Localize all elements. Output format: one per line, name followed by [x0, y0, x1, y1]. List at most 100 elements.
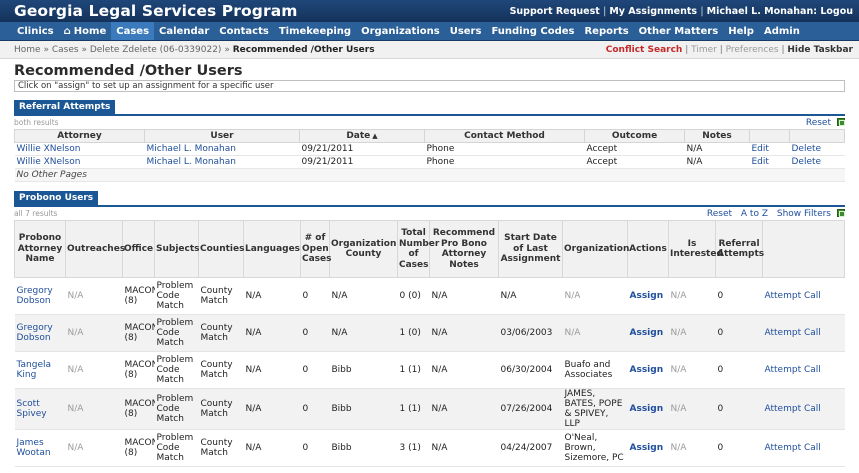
edit-link[interactable]: Edit [749, 155, 790, 169]
column-header[interactable]: Probono Attorney Name [14, 220, 66, 278]
nav-home[interactable]: ⌂ Home [59, 22, 112, 40]
languages-cell: N/A [243, 429, 301, 467]
nav-label: Funding Codes [491, 25, 575, 37]
hide-taskbar-link[interactable]: Hide Taskbar [787, 45, 853, 55]
outcome-cell: Accept [584, 142, 685, 156]
main-nav: Clinics ⌂ Home Cases Calendar Contacts Ti… [0, 22, 859, 41]
office-cell: MACON (8) [122, 277, 155, 315]
column-header[interactable]: Outreaches [65, 220, 125, 278]
nav-contacts[interactable]: Contacts [214, 22, 274, 40]
referral-reset-link[interactable]: Reset [806, 118, 831, 128]
attorney-link[interactable]: Willie XNelson [14, 155, 145, 169]
column-header[interactable]: Date ▲ [299, 129, 425, 143]
column-header[interactable]: User [144, 129, 300, 143]
assign-link[interactable]: Assign [627, 351, 669, 389]
column-header[interactable]: Start Date of Last Assignment [498, 220, 563, 278]
attempt-call-link[interactable]: Attempt Call [762, 388, 845, 430]
assign-link[interactable]: Assign [627, 277, 669, 315]
user-logout-link[interactable]: Michael L. Monahan: Logou [707, 6, 853, 17]
column-header[interactable]: Outcome [584, 129, 685, 143]
referral-attempts-tab[interactable]: Referral Attempts [14, 100, 116, 114]
support-request-link[interactable]: Support Request [510, 6, 600, 17]
breadcrumb-current: Recommended /Other Users [232, 44, 375, 55]
attorney-name-link[interactable]: Gregory Dobson [14, 314, 66, 352]
nav-users[interactable]: Users [445, 22, 487, 40]
probono-reset-link[interactable]: Reset [707, 209, 732, 219]
breadcrumb-home[interactable]: Home [14, 45, 41, 55]
organization-county-cell: Bibb [329, 388, 398, 430]
breadcrumb-separator: » [81, 44, 87, 55]
column-header[interactable]: Subjects [154, 220, 200, 278]
counties-cell: County Match [198, 314, 244, 352]
nav-cases[interactable]: Cases [111, 22, 155, 40]
table-row: Willie XNelson Michael L. Monahan 09/21/… [14, 142, 845, 156]
column-header[interactable]: # of Open Cases [300, 220, 332, 278]
column-header[interactable]: Organization [562, 220, 629, 278]
attorney-name-link[interactable]: Scott Spivey [14, 388, 66, 430]
nav-help[interactable]: Help [723, 22, 759, 40]
table-header-row: Attorney User Date ▲ Contact Method Outco… [14, 129, 845, 143]
probono-users-tab[interactable]: Probono Users [14, 191, 99, 205]
nav-clinics[interactable]: Clinics [12, 22, 59, 40]
column-header[interactable]: Total Number of Cases [397, 220, 439, 278]
attorney-notes-cell: N/A [429, 314, 499, 352]
office-cell: MACON (8) [122, 388, 155, 430]
excel-export-icon[interactable] [837, 117, 845, 126]
attempt-call-link[interactable]: Attempt Call [762, 277, 845, 315]
outreaches-cell: N/A [65, 314, 123, 352]
a-to-z-link[interactable]: A to Z [741, 209, 768, 219]
breadcrumb-bar: Home » Cases » Delete Zdelete (06-033902… [0, 41, 859, 59]
column-header[interactable]: Organization County [329, 220, 398, 278]
referral-actions: Reset [800, 117, 845, 128]
attempt-call-link[interactable]: Attempt Call [762, 351, 845, 389]
assign-link[interactable]: Assign [627, 388, 669, 430]
excel-export-icon[interactable] [837, 208, 845, 217]
attorney-name-link[interactable]: James Wootan [14, 429, 66, 467]
nav-organizations[interactable]: Organizations [356, 22, 445, 40]
nav-label: Contacts [219, 25, 269, 37]
show-filters-link[interactable]: Show Filters [777, 209, 831, 219]
table-row: Willie XNelson Michael L. Monahan 09/21/… [14, 155, 845, 169]
assign-link[interactable]: Assign [627, 314, 669, 352]
attempt-call-link[interactable]: Attempt Call [762, 314, 845, 352]
column-header[interactable]: Contact Method [424, 129, 585, 143]
nav-admin[interactable]: Admin [759, 22, 805, 40]
column-header[interactable]: Counties [198, 220, 244, 278]
column-header[interactable]: Office [122, 220, 155, 278]
breadcrumb-case[interactable]: Delete Zdelete (06-0339022) [90, 45, 222, 55]
column-header[interactable]: Languages [243, 220, 301, 278]
user-link[interactable]: Michael L. Monahan [144, 155, 300, 169]
nav-reports[interactable]: Reports [579, 22, 633, 40]
delete-link[interactable]: Delete [789, 155, 845, 169]
timer-link[interactable]: Timer [691, 45, 717, 55]
is-interested-cell: N/A [668, 388, 716, 430]
assign-link[interactable]: Assign [627, 429, 669, 467]
attorney-name-link[interactable]: Gregory Dobson [14, 277, 66, 315]
nav-calendar[interactable]: Calendar [154, 22, 214, 40]
organization-cell: N/A [562, 314, 628, 352]
conflict-search-link[interactable]: Conflict Search [606, 45, 683, 55]
column-header[interactable]: Referral Attempts [715, 220, 764, 278]
preferences-link[interactable]: Preferences [726, 45, 779, 55]
referral-attempts-cell: 0 [715, 429, 763, 467]
nav-timekeeping[interactable]: Timekeeping [274, 22, 356, 40]
nav-other-matters[interactable]: Other Matters [634, 22, 724, 40]
column-header[interactable]: Is Interested [668, 220, 723, 278]
referral-table: Attorney User Date ▲ Contact Method Outco… [14, 129, 845, 182]
attorney-name-link[interactable]: Tangela King [14, 351, 66, 389]
delete-link[interactable]: Delete [789, 142, 845, 156]
breadcrumb-cases[interactable]: Cases [52, 45, 79, 55]
organization-county-cell: N/A [329, 277, 398, 315]
my-assignments-link[interactable]: My Assignments [609, 6, 697, 17]
attempt-call-link[interactable]: Attempt Call [762, 429, 845, 467]
column-header[interactable]: Attorney [14, 129, 145, 143]
user-link[interactable]: Michael L. Monahan [144, 142, 300, 156]
nav-funding-codes[interactable]: Funding Codes [486, 22, 579, 40]
column-header[interactable]: Notes [684, 129, 750, 143]
office-cell: MACON (8) [122, 429, 155, 467]
edit-link[interactable]: Edit [749, 142, 790, 156]
instruction-text: Click on "assign" to set up an assignmen… [14, 80, 845, 92]
organization-cell: JAMES, BATES, POPE & SPIVEY, LLP [562, 388, 628, 430]
column-header[interactable]: Recommend Pro Bono Attorney Notes [429, 220, 499, 278]
attorney-link[interactable]: Willie XNelson [14, 142, 145, 156]
